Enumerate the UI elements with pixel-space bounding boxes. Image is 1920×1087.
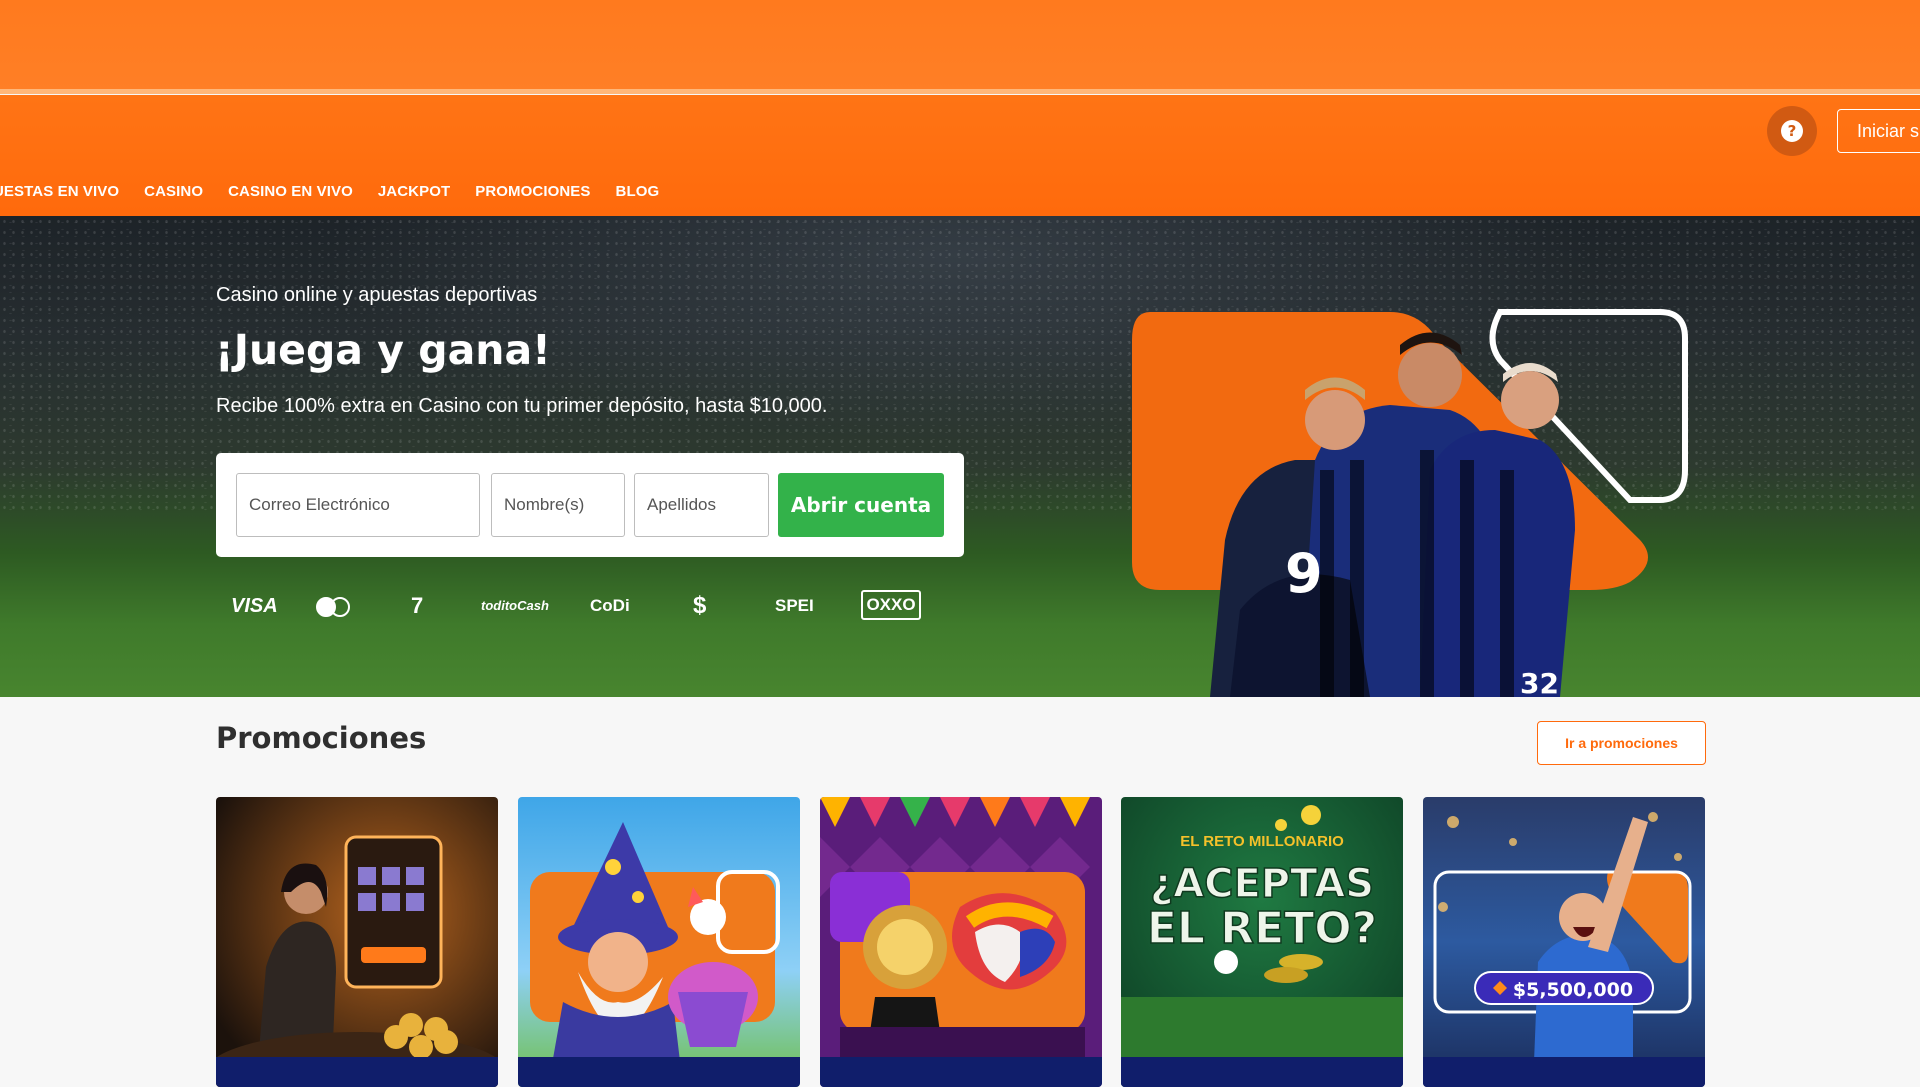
hero-description: Recibe 100% extra en Casino con tu prime… — [216, 395, 828, 417]
card-footer — [1121, 1057, 1403, 1087]
oxxo-logo: OXXO — [861, 590, 921, 620]
card-footer — [820, 1057, 1102, 1087]
card-footer — [216, 1057, 498, 1087]
card-footer — [518, 1057, 800, 1087]
top-banner — [0, 0, 1920, 92]
nav-item-casino-en-vivo[interactable]: CASINO EN VIVO — [228, 183, 353, 200]
player-number-nine: 9 — [1285, 542, 1323, 605]
seven-eleven-logo: 7 — [411, 593, 424, 618]
paynet-logo: $ — [693, 592, 707, 619]
go-to-promotions-button[interactable]: Ir a promociones — [1537, 721, 1706, 765]
nav-item-casino[interactable]: CASINO — [144, 183, 203, 200]
first-name-field[interactable] — [491, 473, 625, 537]
spei-logo: SPEI — [775, 596, 814, 615]
mastercard-icon — [316, 597, 352, 617]
card-footer — [1423, 1057, 1705, 1087]
last-name-field[interactable] — [634, 473, 769, 537]
hero-players-illustration: 9 32 — [1132, 309, 1688, 697]
top-banner-divider — [0, 89, 1920, 94]
player-number-thirty-two: 32 — [1520, 667, 1559, 697]
toditocash-logo: toditoCash — [481, 598, 549, 613]
promo-card-jackpot-fan[interactable]: $5,500,000 — [1423, 797, 1705, 1087]
reto-heading: EL RETO MILLONARIO — [1180, 833, 1344, 850]
login-button[interactable]: Iniciar s — [1837, 109, 1920, 153]
promo-card-casino[interactable] — [216, 797, 498, 1087]
reto-millonario-card-image: EL RETO MILLONARIO ¿ACEPTAS EL RETO? — [1121, 797, 1403, 1087]
help-button[interactable]: ? — [1767, 106, 1817, 156]
wizard-slots-card-image — [518, 797, 800, 1087]
promo-card-wizard[interactable] — [518, 797, 800, 1087]
promotions-title: Promociones — [216, 721, 427, 755]
jackpot-amount: $5,500,000 — [1513, 979, 1633, 1001]
nav-item-blog[interactable]: BLOG — [616, 183, 660, 200]
hero-title: ¡Juega y gana! — [215, 326, 551, 374]
jackpot-fan-card-image: $5,500,000 — [1423, 797, 1705, 1087]
nav-item-promociones[interactable]: PROMOCIONES — [475, 183, 590, 200]
reto-big-text: ¿ACEPTAS — [1150, 861, 1374, 907]
hero-subtitle: Casino online y apuestas deportivas — [216, 284, 538, 306]
promo-card-jester[interactable] — [820, 797, 1102, 1087]
jester-jackpot-card-image — [820, 797, 1102, 1087]
nav-item-apuestas-en-vivo[interactable]: UESTAS EN VIVO — [0, 183, 119, 200]
question-icon: ? — [1781, 120, 1803, 142]
visa-logo: VISA — [231, 595, 278, 617]
casino-woman-card-image — [216, 797, 498, 1087]
signup-form: Abrir cuenta — [216, 453, 964, 557]
main-nav: UESTAS EN VIVO CASINO CASINO EN VIVO JAC… — [0, 180, 659, 202]
reto-big-text-2: EL RETO? — [1147, 903, 1377, 954]
open-account-button[interactable]: Abrir cuenta — [778, 473, 944, 537]
promo-card-reto-millonario[interactable]: EL RETO MILLONARIO ¿ACEPTAS EL RETO? — [1121, 797, 1403, 1087]
email-field[interactable] — [236, 473, 480, 537]
nav-item-jackpot[interactable]: JACKPOT — [378, 183, 450, 200]
codi-logo: CoDi — [590, 596, 630, 615]
